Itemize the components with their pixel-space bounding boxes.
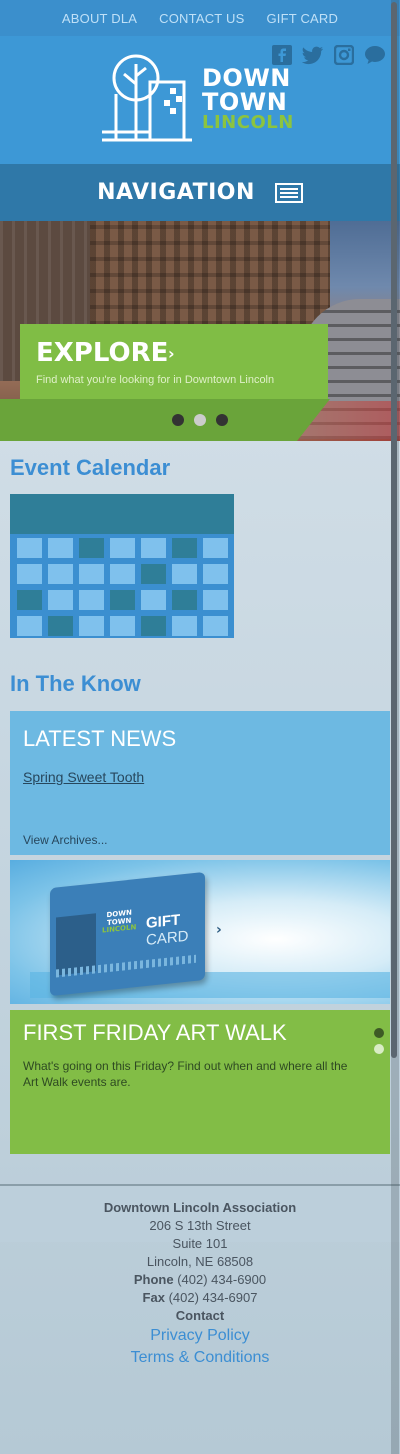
footer-city: Lincoln, NE 68508 xyxy=(146,1254,254,1269)
logo-wordmark: DOWN TOWN LINCOLN xyxy=(202,66,294,132)
latest-news-panel: LATEST NEWS Spring Sweet Tooth View Arch… xyxy=(10,711,390,855)
instagram-icon[interactable] xyxy=(333,44,355,66)
gift-card-logo: DOWN TOWN LINCOLN xyxy=(102,908,137,936)
footer-org-name: Downtown Lincoln Association xyxy=(103,1200,297,1215)
gift-card-banner[interactable]: DOWN TOWN LINCOLN GIFT CARD › xyxy=(10,860,390,1004)
art-walk-slide-dots xyxy=(374,1028,384,1054)
twitter-icon[interactable] xyxy=(302,44,324,66)
privacy-policy-link[interactable]: Privacy Policy xyxy=(0,1325,400,1347)
event-calendar-graphic[interactable] xyxy=(10,494,234,638)
gift-card-image: DOWN TOWN LINCOLN GIFT CARD xyxy=(50,871,205,997)
art-walk-description: What's going on this Friday? Find out wh… xyxy=(23,1059,348,1090)
in-the-know-heading: In The Know xyxy=(10,671,141,696)
site-footer: Downtown Lincoln Association 206 S 13th … xyxy=(0,1199,400,1369)
logo-tree-icon xyxy=(102,54,192,142)
footer-contact-link[interactable]: Contact xyxy=(0,1307,400,1325)
hero-green-strip xyxy=(0,399,330,441)
footer-address-2: Suite 101 xyxy=(172,1236,228,1251)
gift-card-text: GIFT CARD xyxy=(146,911,189,949)
slide-dot-2[interactable] xyxy=(194,414,206,426)
hero-slider[interactable]: EXPLORE › Find what you're looking for i… xyxy=(0,221,400,441)
hero-subtitle: Find what you're looking for in Downtown… xyxy=(36,374,275,386)
news-item-link[interactable]: Spring Sweet Tooth xyxy=(23,769,144,785)
calendar-grid xyxy=(17,538,228,636)
event-calendar-heading: Event Calendar xyxy=(10,455,171,480)
footer-fax: Fax (402) 434-6907 xyxy=(142,1290,258,1305)
site-header: DOWN TOWN LINCOLN xyxy=(0,36,400,164)
footer-address-1: 206 S 13th Street xyxy=(149,1218,251,1233)
latest-news-title: LATEST NEWS xyxy=(23,726,177,751)
page-scrollbar[interactable] xyxy=(391,0,399,1454)
gift-card-link[interactable]: GIFT CARD xyxy=(266,11,338,26)
footer-phone: Phone (402) 434-6900 xyxy=(133,1272,267,1287)
about-dla-link[interactable]: ABOUT DLA xyxy=(62,11,137,26)
art-walk-panel[interactable]: FIRST FRIDAY ART WALK What's going on th… xyxy=(10,1010,390,1154)
chevron-right-icon[interactable]: › xyxy=(168,344,175,363)
slide-dot-2[interactable] xyxy=(374,1044,384,1054)
logo-line-1: DOWN xyxy=(202,64,291,92)
hero-slide-dots xyxy=(172,414,228,426)
navigation-bar[interactable]: NAVIGATION xyxy=(0,164,400,221)
hero-caption-box[interactable]: EXPLORE › Find what you're looking for i… xyxy=(20,324,328,399)
calendar-header xyxy=(10,494,234,534)
contact-us-link[interactable]: CONTACT US xyxy=(159,11,244,26)
navigation-label[interactable]: NAVIGATION xyxy=(97,180,255,205)
site-logo[interactable]: DOWN TOWN LINCOLN xyxy=(100,54,294,144)
art-walk-title[interactable]: FIRST FRIDAY ART WALK xyxy=(23,1020,287,1046)
slide-dot-3[interactable] xyxy=(216,414,228,426)
slide-dot-1[interactable] xyxy=(172,414,184,426)
hero-title[interactable]: EXPLORE xyxy=(36,338,168,368)
chat-icon[interactable] xyxy=(364,44,386,66)
chevron-right-icon[interactable]: › xyxy=(216,922,222,938)
terms-conditions-link[interactable]: Terms & Conditions xyxy=(0,1347,400,1369)
view-archives-link[interactable]: View Archives... xyxy=(23,833,107,847)
scrollbar-thumb[interactable] xyxy=(391,2,397,1058)
slide-dot-1[interactable] xyxy=(374,1028,384,1038)
logo-line-3: LINCOLN xyxy=(202,112,294,133)
top-utility-nav: ABOUT DLA CONTACT US GIFT CARD xyxy=(0,0,400,36)
logo-line-2: TOWN xyxy=(202,88,288,116)
hamburger-menu-icon[interactable] xyxy=(274,182,303,203)
